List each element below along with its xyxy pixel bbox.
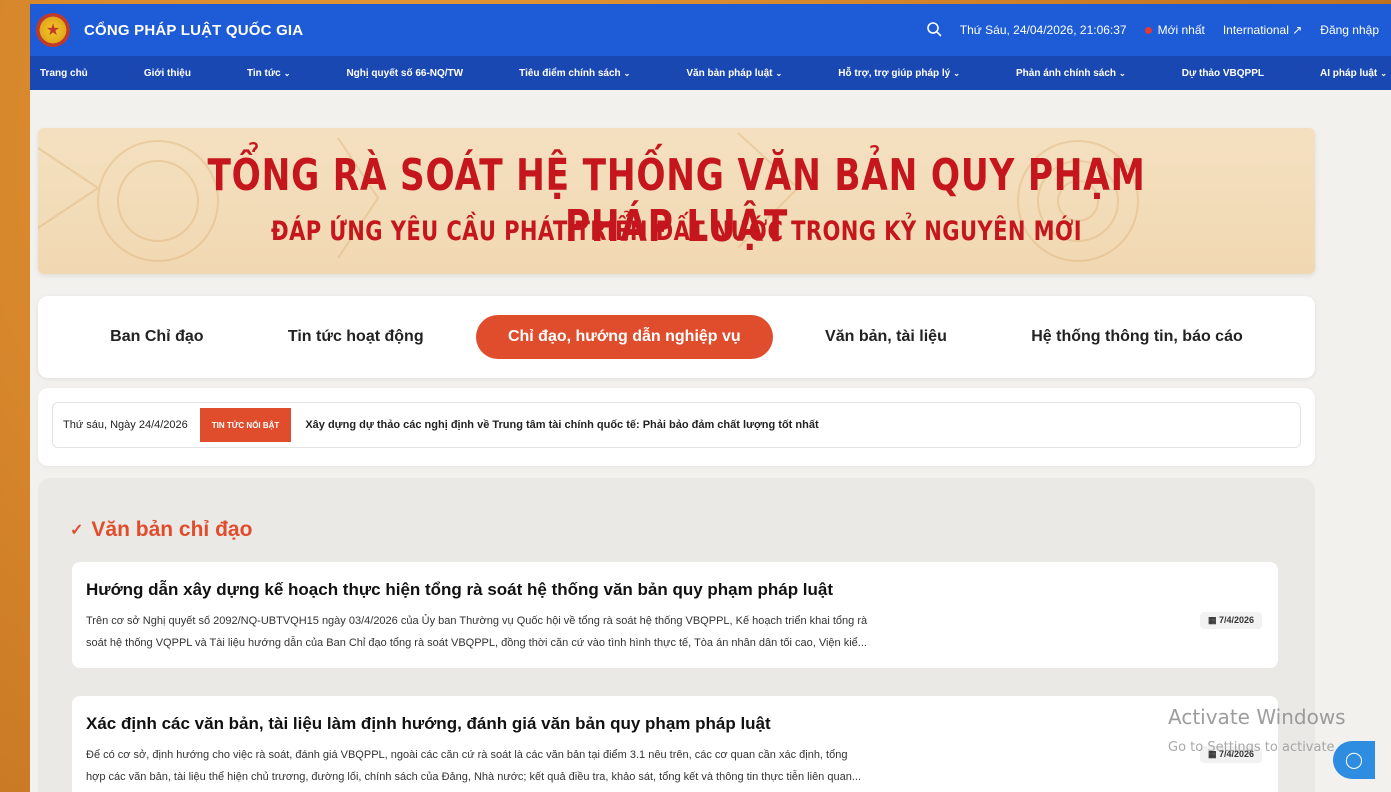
chevron-down-icon: ✓ (70, 522, 84, 539)
browser-page: ★ CỔNG PHÁP LUẬT QUỐC GIA Thứ Sáu, 24/04… (30, 4, 1391, 792)
ticker-date: Thứ sáu, Ngày 24/4/2026 (63, 419, 188, 431)
article-card[interactable]: Hướng dẫn xây dựng kế hoạch thực hiện tổ… (72, 562, 1278, 668)
section-tab[interactable]: Hệ thống thông tin, báo cáo (999, 315, 1275, 359)
nav-item[interactable]: Tin tức ⌄ (247, 68, 290, 79)
chevron-down-icon: ⌄ (775, 68, 783, 78)
chevron-down-icon: ⌄ (953, 68, 960, 78)
banner-subtitle: ĐÁP ỨNG YÊU CẦU PHÁT TRIỂN ĐẤT NƯỚC TRON… (271, 216, 1082, 247)
login-link[interactable]: Đăng nhập (1320, 23, 1379, 37)
search-icon[interactable] (926, 21, 942, 40)
section-tabs: Ban Chỉ đạo Tin tức hoạt động Chỉ đạo, hướ… (38, 296, 1315, 378)
chat-support-button[interactable]: ◯ (1333, 741, 1375, 779)
section-tab[interactable]: Văn bản, tài liệu (793, 315, 979, 359)
news-ticker-panel: Thứ sáu, Ngày 24/4/2026 TIN TỨC NỔI BẬT … (38, 388, 1315, 466)
featured-news-badge: TIN TỨC NỔI BẬT (199, 408, 292, 442)
chevron-down-icon: ⌄ (1380, 68, 1387, 78)
nav-item[interactable]: Nghị quyết số 66-NQ/TW (346, 68, 463, 79)
nav-item[interactable]: Văn bản pháp luật ⌄ (686, 68, 782, 79)
national-emblem-logo[interactable]: ★ (36, 13, 70, 47)
nav-item[interactable]: Trang chủ (40, 68, 88, 79)
chevron-down-icon: ⌄ (623, 68, 631, 78)
chevron-down-icon: ⌄ (1119, 68, 1126, 78)
nav-item[interactable]: Tiêu điểm chính sách ⌄ (519, 68, 630, 79)
section-tab[interactable]: Tin tức hoạt động (256, 315, 456, 359)
red-dot-icon (1144, 27, 1152, 34)
nav-item[interactable]: AI pháp luật ⌄ (1320, 68, 1387, 79)
nav-item[interactable]: Hỗ trợ, trợ giúp pháp lý ⌄ (838, 68, 960, 79)
campaign-banner: TỔNG RÀ SOÁT HỆ THỐNG VĂN BẢN QUY PHẠM P… (38, 128, 1315, 274)
main-navigation: Trang chủ Giới thiệu Tin tức ⌄ Nghị quyết số… (30, 56, 1391, 90)
activate-windows-watermark: Activate Windows (1168, 705, 1346, 729)
article-date: ▦ 7/4/2026 (1199, 612, 1262, 629)
article-summary: Để có cơ sở, định hướng cho việc rà soát… (86, 749, 861, 783)
section-tab[interactable]: Ban Chỉ đạo (78, 315, 235, 359)
international-link[interactable]: International ↗ (1223, 23, 1302, 37)
section-heading: ✓ Văn bản chỉ đạo (70, 518, 253, 541)
top-header: ★ CỔNG PHÁP LUẬT QUỐC GIA Thứ Sáu, 24/04… (30, 4, 1391, 56)
section-tab[interactable]: Chỉ đạo, hướng dẫn nghiệp vụ (475, 315, 773, 359)
latest-news-link[interactable]: Mới nhất (1144, 23, 1205, 37)
chevron-down-icon: ⌄ (283, 68, 291, 78)
article-title[interactable]: Xác định các văn bản, tài liệu làm định … (86, 714, 1262, 734)
current-datetime: Thứ Sáu, 24/04/2026, 21:06:37 (959, 23, 1127, 37)
nav-item[interactable]: Phản ánh chính sách ⌄ (1016, 68, 1126, 79)
calendar-icon: ▦ (1207, 615, 1219, 625)
article-title[interactable]: Hướng dẫn xây dựng kế hoạch thực hiện tổ… (86, 580, 1262, 600)
activate-windows-subtext: Go to Settings to activate (1168, 740, 1335, 755)
nav-item[interactable]: Giới thiệu (144, 68, 191, 79)
article-summary: Trên cơ sở Nghị quyết số 2092/NQ-UBTVQH1… (86, 615, 868, 649)
ticker-headline-link[interactable]: Xây dựng dự thảo các nghị định về Trung … (291, 419, 818, 431)
guidance-section: ✓ Văn bản chỉ đạo Hướng dẫn xây dựng kế … (38, 478, 1315, 792)
chat-bubble-icon: ◯ (1345, 752, 1363, 769)
nav-item[interactable]: Dự thảo VBQPPL (1182, 68, 1264, 79)
news-ticker: Thứ sáu, Ngày 24/4/2026 TIN TỨC NỔI BẬT … (52, 402, 1301, 448)
site-title[interactable]: CỔNG PHÁP LUẬT QUỐC GIA (84, 22, 303, 39)
article-card[interactable]: Xác định các văn bản, tài liệu làm định … (72, 696, 1278, 792)
